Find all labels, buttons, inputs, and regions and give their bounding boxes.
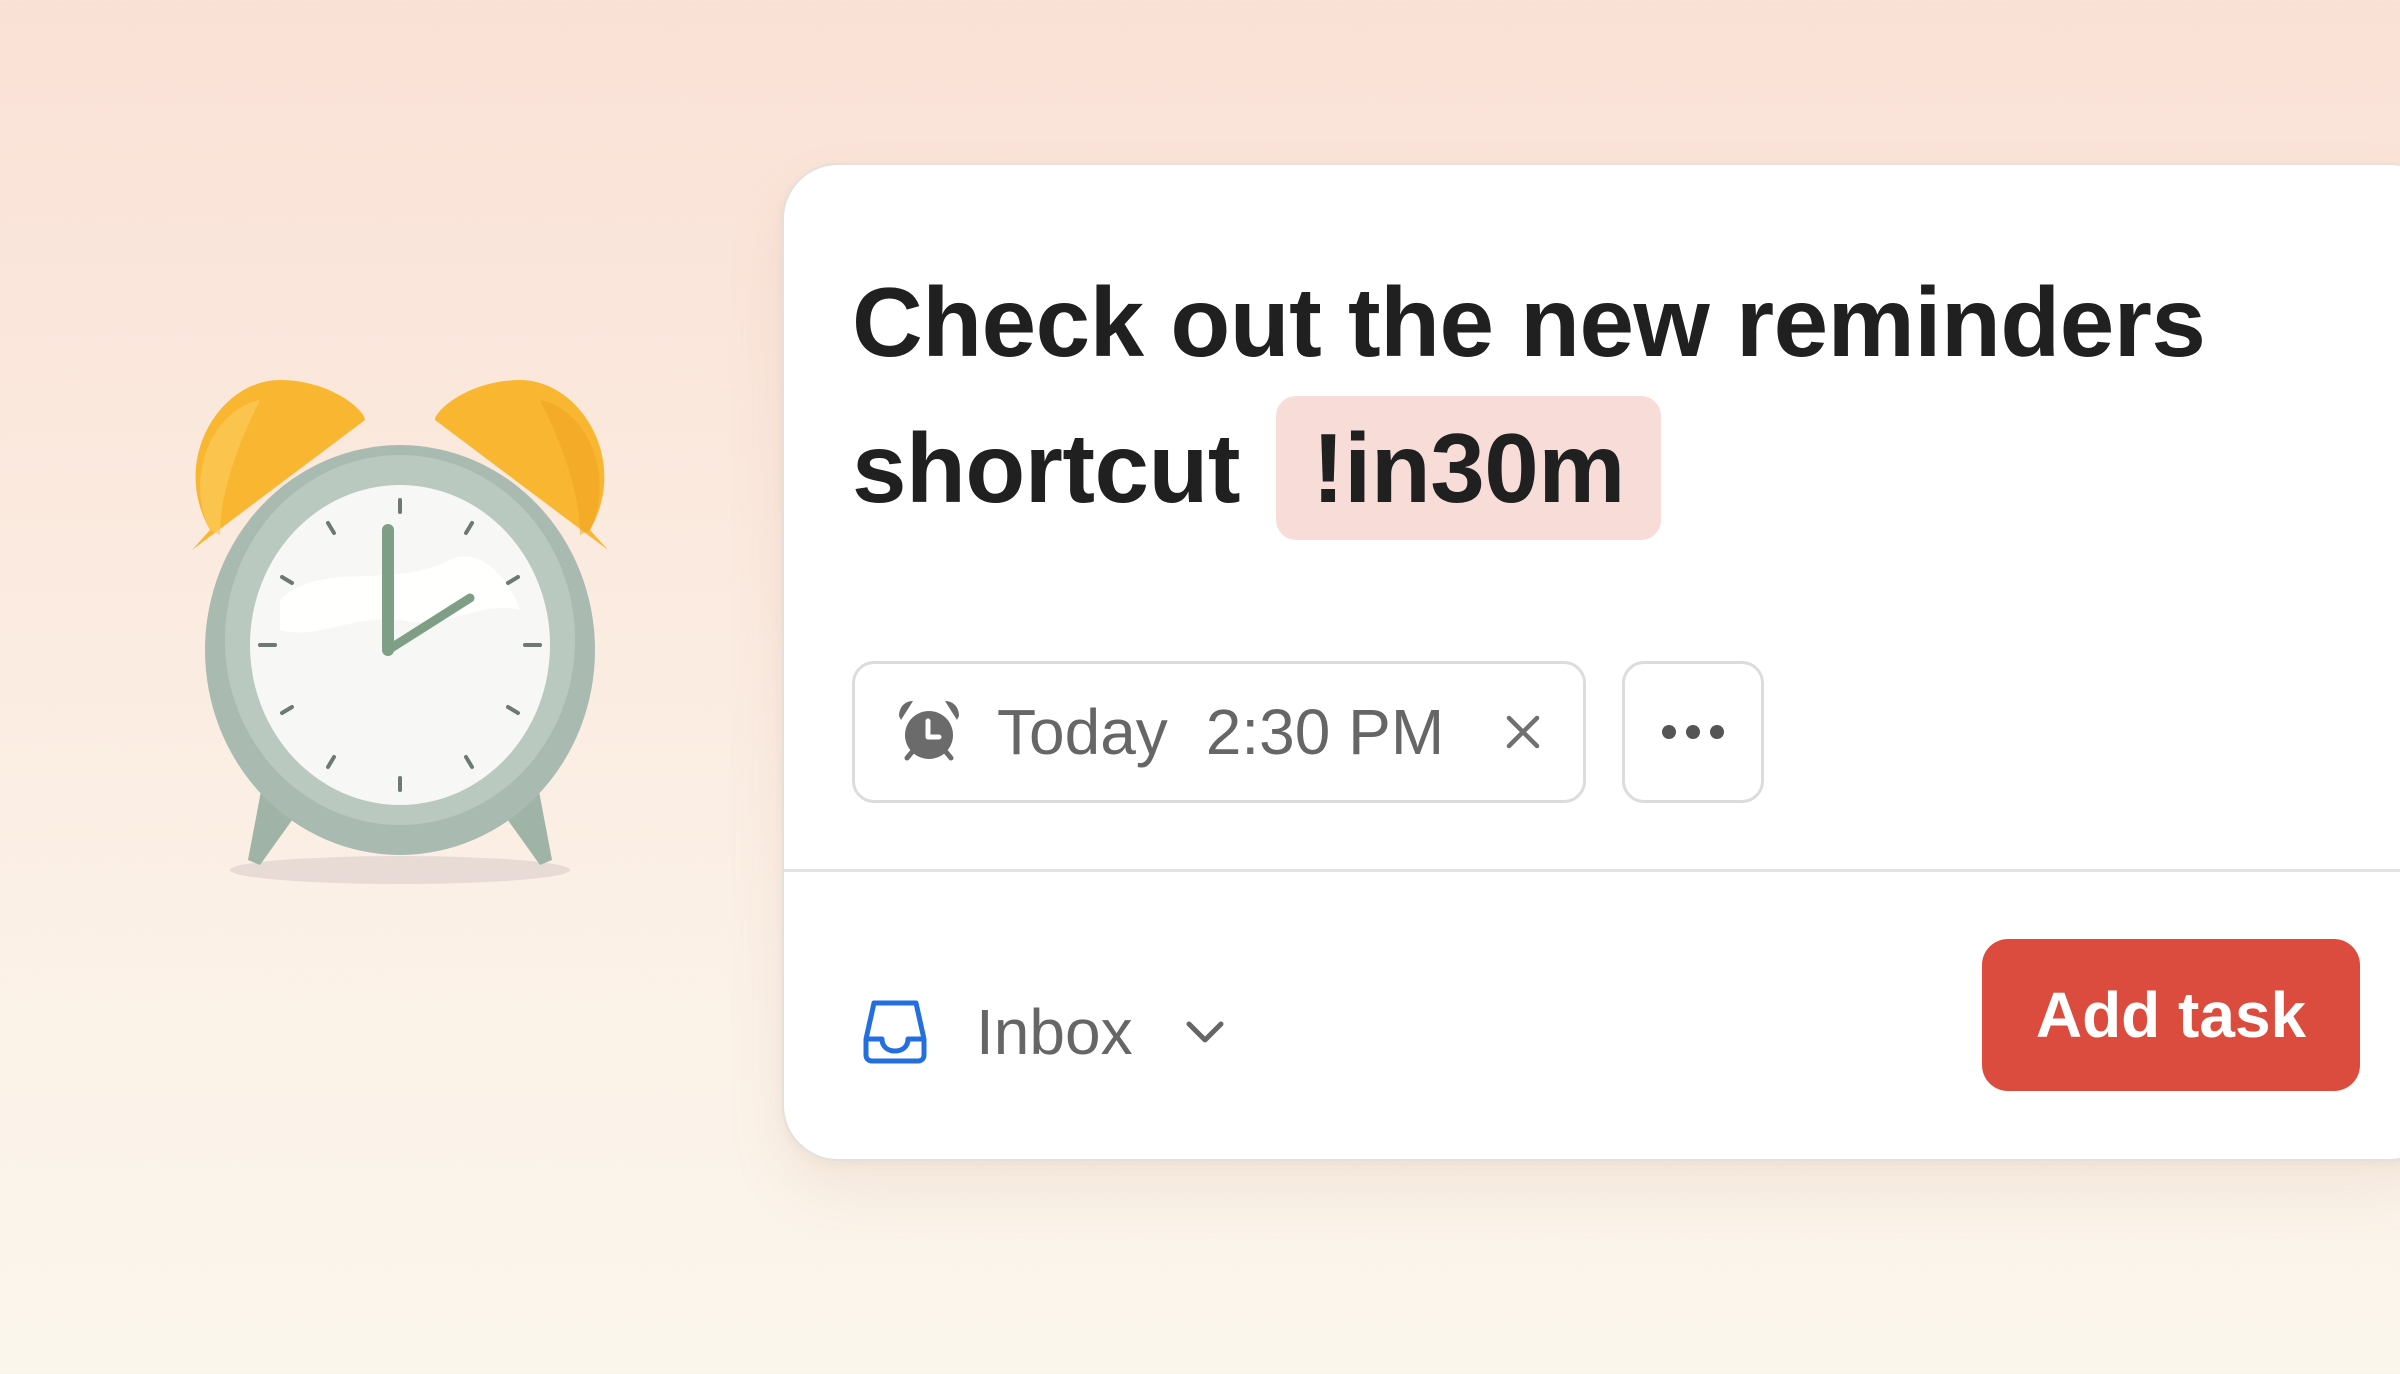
reminder-day-label: Today: [997, 696, 1168, 768]
card-divider: [784, 869, 2400, 872]
chevron-down-icon: [1186, 1021, 1224, 1043]
alarm-clock-icon: [899, 701, 959, 761]
task-attribute-chips: Today 2:30 PM: [852, 661, 1764, 803]
more-horizontal-icon: [1662, 725, 1724, 739]
project-label: Inbox: [976, 996, 1133, 1068]
add-task-button[interactable]: Add task: [1982, 939, 2360, 1091]
more-actions-button[interactable]: [1622, 661, 1764, 803]
close-icon[interactable]: [1501, 710, 1545, 754]
inbox-icon: [863, 1000, 927, 1064]
task-name-line-1: Check out the new reminders: [852, 267, 2206, 377]
reminder-time-label: 2:30 PM: [1205, 696, 1445, 768]
project-picker[interactable]: Inbox: [860, 977, 1229, 1087]
reminder-shortcut-highlight: !in30m: [1276, 396, 1661, 540]
task-name-input[interactable]: Check out the new reminders shortcut !in…: [852, 249, 2352, 541]
task-name-line-2: shortcut: [852, 413, 1241, 523]
reminder-chip[interactable]: Today 2:30 PM: [852, 661, 1586, 803]
alarm-clock-illustration: [150, 340, 650, 910]
quick-add-task-card: Check out the new reminders shortcut !in…: [782, 163, 2400, 1161]
